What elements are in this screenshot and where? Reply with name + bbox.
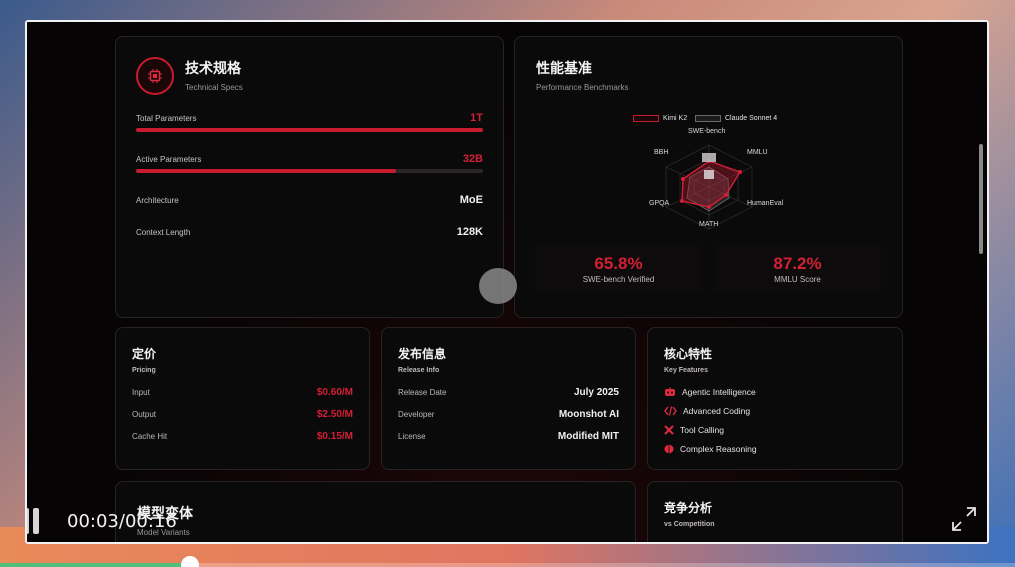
feature-label: Tool Calling bbox=[680, 425, 724, 435]
pricing-row-output: Output $2.50/M bbox=[132, 409, 353, 420]
feature-label: Agentic Intelligence bbox=[682, 387, 756, 397]
score-swe-bench: 65.8% SWE-bench Verified bbox=[535, 245, 702, 293]
spec-value: 1T bbox=[470, 112, 483, 124]
total-parameters-bar bbox=[136, 128, 483, 132]
pricing-row-cache-hit: Cache Hit $0.15/M bbox=[132, 431, 353, 442]
active-parameters-bar bbox=[136, 169, 483, 173]
release-label: Developer bbox=[398, 410, 435, 419]
progress-bar[interactable] bbox=[0, 556, 1015, 567]
tools-icon bbox=[664, 425, 674, 435]
performance-benchmarks-card: 性能基准 Performance Benchmarks Kimi K2 Clau… bbox=[514, 36, 903, 318]
page-scrollbar[interactable] bbox=[979, 144, 983, 254]
feature-label: Advanced Coding bbox=[683, 406, 751, 416]
legend-kimi: Kimi K2 bbox=[633, 115, 687, 122]
legend-swatch-kimi bbox=[633, 115, 659, 122]
feature-tool-calling: Tool Calling bbox=[664, 425, 724, 435]
feature-advanced-coding: Advanced Coding bbox=[664, 406, 750, 416]
score-label: MMLU Score bbox=[774, 275, 821, 284]
axis-label-mmlu: MMLU bbox=[747, 149, 768, 156]
spec-label: Architecture bbox=[136, 196, 179, 205]
robot-icon bbox=[665, 387, 675, 396]
progress-played bbox=[0, 563, 191, 567]
legend-label: Kimi K2 bbox=[663, 115, 688, 122]
time-display: 00:03/00:16 bbox=[67, 511, 177, 532]
score-value: 65.8% bbox=[594, 254, 643, 273]
pricing-value: $0.60/M bbox=[316, 387, 353, 398]
score-label: SWE-bench Verified bbox=[582, 275, 655, 284]
key-features-card: 核心特性 Key Features Agentic Intelligence A… bbox=[647, 327, 903, 470]
pricing-label: Cache Hit bbox=[132, 432, 168, 441]
score-mmlu: 87.2% MMLU Score bbox=[714, 245, 881, 293]
release-label: License bbox=[398, 432, 426, 441]
pricing-row-input: Input $0.60/M bbox=[132, 387, 353, 398]
benchmarks-subtitle: Performance Benchmarks bbox=[536, 83, 629, 92]
mouse-cursor-highlight bbox=[479, 268, 517, 304]
features-title: 核心特性 bbox=[664, 347, 713, 361]
specs-subtitle: Technical Specs bbox=[185, 83, 243, 92]
feature-label: Complex Reasoning bbox=[680, 444, 757, 454]
spec-value: MoE bbox=[459, 194, 483, 206]
pause-button[interactable] bbox=[27, 508, 41, 534]
benchmarks-title: 性能基准 bbox=[536, 60, 592, 76]
spec-value: 128K bbox=[456, 226, 483, 238]
fullscreen-icon[interactable] bbox=[951, 506, 977, 532]
spec-label: Total Parameters bbox=[136, 114, 197, 123]
specs-title: 技术规格 bbox=[185, 60, 241, 76]
axis-label-bbh: BBH bbox=[654, 149, 669, 156]
axis-label-humaneval: HumanEval bbox=[747, 200, 784, 207]
feature-agentic-intelligence: Agentic Intelligence bbox=[664, 387, 756, 397]
pricing-value: $2.50/M bbox=[316, 409, 353, 420]
legend-claude: Claude Sonnet 4 bbox=[695, 115, 777, 122]
spec-total-parameters: Total Parameters 1T bbox=[136, 112, 483, 132]
release-row-license: License Modified MIT bbox=[398, 431, 619, 442]
pricing-subtitle: Pricing bbox=[132, 367, 156, 374]
pricing-card: 定价 Pricing Input $0.60/M Output $2.50/M … bbox=[115, 327, 370, 470]
spec-architecture: Architecture MoE bbox=[136, 194, 483, 206]
pricing-value: $0.15/M bbox=[316, 431, 353, 442]
pricing-label: Input bbox=[132, 388, 150, 397]
release-value: July 2025 bbox=[573, 387, 619, 398]
technical-specs-card: 技术规格 Technical Specs Total Parameters 1T… bbox=[115, 36, 504, 318]
spec-label: Active Parameters bbox=[136, 155, 202, 164]
player-controls: 00:03/00:16 bbox=[27, 502, 987, 542]
code-icon bbox=[664, 406, 677, 416]
release-title: 发布信息 bbox=[398, 347, 447, 361]
release-value: Moonshot AI bbox=[558, 409, 619, 420]
brain-icon bbox=[664, 444, 674, 454]
axis-label-swe-bench: SWE-bench bbox=[688, 128, 726, 135]
pricing-label: Output bbox=[132, 410, 157, 419]
release-value: Modified MIT bbox=[557, 431, 619, 442]
spec-value: 32B bbox=[462, 153, 483, 165]
release-row-developer: Developer Moonshot AI bbox=[398, 409, 619, 420]
release-row-date: Release Date July 2025 bbox=[398, 387, 619, 398]
video-player[interactable]: 技术规格 Technical Specs Total Parameters 1T… bbox=[25, 20, 989, 544]
chip-icon bbox=[136, 57, 174, 95]
legend-label: Claude Sonnet 4 bbox=[725, 115, 778, 122]
spec-context-length: Context Length 128K bbox=[136, 226, 483, 238]
spec-label: Context Length bbox=[136, 228, 191, 237]
release-info-card: 发布信息 Release Info Release Date July 2025… bbox=[381, 327, 636, 470]
video-frame: 技术规格 Technical Specs Total Parameters 1T… bbox=[27, 22, 987, 542]
release-subtitle: Release Info bbox=[398, 367, 440, 374]
features-subtitle: Key Features bbox=[664, 367, 708, 374]
axis-label-gpqa: GPQA bbox=[649, 200, 670, 207]
release-label: Release Date bbox=[398, 388, 447, 397]
feature-complex-reasoning: Complex Reasoning bbox=[664, 444, 757, 454]
axis-label-math: MATH bbox=[699, 221, 719, 228]
pause-icon bbox=[27, 508, 29, 534]
pricing-title: 定价 bbox=[132, 347, 157, 361]
kimi-series bbox=[681, 160, 742, 208]
score-value: 87.2% bbox=[773, 254, 822, 273]
spec-active-parameters: Active Parameters 32B bbox=[136, 153, 483, 173]
legend-swatch-claude bbox=[695, 115, 721, 122]
